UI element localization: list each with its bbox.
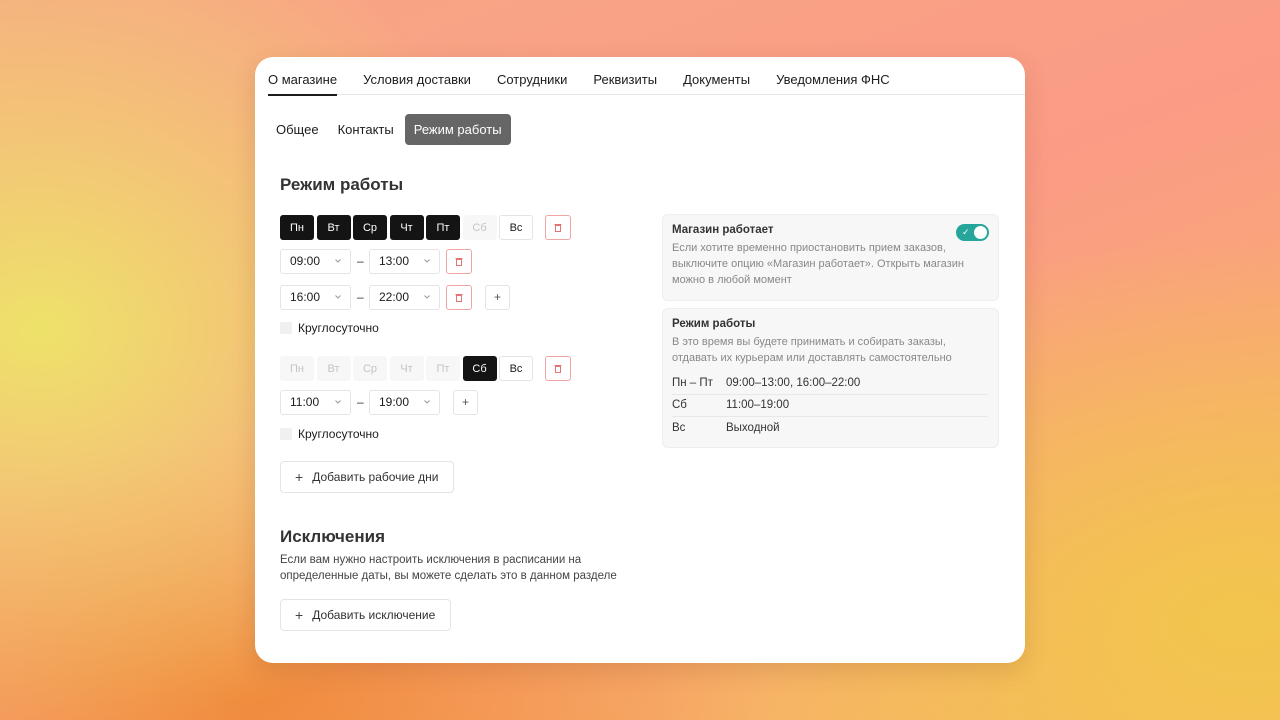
plus-icon: + <box>295 607 304 623</box>
range-dash: – <box>357 290 364 304</box>
checkbox-label: Круглосуточно <box>298 427 379 441</box>
day-sat[interactable]: Сб <box>462 356 497 381</box>
day-selector-1: Пн Вт Ср Чт Пт Сб Вс <box>280 215 536 240</box>
section-title: Режим работы <box>280 175 404 194</box>
schedule-row: Вс Выходной <box>672 417 988 440</box>
trash-icon <box>554 365 562 373</box>
sub-tabs: Общее Контакты Режим работы <box>268 114 514 145</box>
chevron-down-icon <box>335 259 341 263</box>
store-status-text: Если хотите временно приостановить прием… <box>672 242 964 286</box>
button-label: Добавить исключение <box>312 608 436 622</box>
time-to-select[interactable]: 13:00 <box>369 249 440 274</box>
schedule-row: Сб 11:00–19:00 <box>672 395 988 417</box>
trash-icon <box>554 224 562 232</box>
chevron-down-icon <box>424 400 430 404</box>
schedule-day: Пн – Пт <box>672 376 713 389</box>
check-icon: ✓ <box>962 227 970 237</box>
schedule-hours: Выходной <box>726 422 780 435</box>
subtab-working-hours[interactable]: Режим работы <box>404 114 511 145</box>
checkbox-label: Круглосуточно <box>298 321 379 335</box>
store-status-panel: Магазин работает Если хотите временно пр… <box>662 214 999 301</box>
time-to-select[interactable]: 19:00 <box>369 390 440 415</box>
button-label: Добавить рабочие дни <box>312 470 439 484</box>
schedule-hours: 11:00–19:00 <box>726 399 790 412</box>
add-exception-button[interactable]: + Добавить исключение <box>280 599 452 631</box>
time-value: 13:00 <box>379 254 410 268</box>
day-wed[interactable]: Ср <box>353 215 387 240</box>
schedule-summary-title: Режим работы <box>672 318 756 330</box>
all-day-checkbox[interactable]: Круглосуточно <box>280 321 379 335</box>
tab-requisites[interactable]: Реквизиты <box>593 57 657 95</box>
add-working-days-button[interactable]: + Добавить рабочие дни <box>280 461 455 493</box>
time-value: 11:00 <box>290 395 320 409</box>
tab-about-store[interactable]: О магазине <box>268 57 338 96</box>
toggle-knob <box>974 226 987 239</box>
checkbox-box <box>280 428 292 440</box>
time-to-select[interactable]: 22:00 <box>369 285 440 310</box>
settings-card: О магазине Условия доставки Сотрудники Р… <box>255 57 1025 663</box>
day-mon[interactable]: Пн <box>280 215 314 240</box>
checkbox-box <box>280 322 292 334</box>
all-day-checkbox[interactable]: Круглосуточно <box>280 427 379 441</box>
store-status-title: Магазин работает <box>672 224 774 236</box>
day-mon[interactable]: Пн <box>280 356 314 381</box>
day-sun[interactable]: Вс <box>499 356 533 381</box>
delete-interval-button[interactable] <box>446 249 472 274</box>
exceptions-title: Исключения <box>280 527 386 546</box>
schedule-day: Сб <box>672 399 687 412</box>
chevron-down-icon <box>424 259 430 263</box>
day-sun[interactable]: Вс <box>499 215 533 240</box>
time-value: 09:00 <box>290 254 321 268</box>
day-tue[interactable]: Вт <box>316 215 351 240</box>
range-dash: – <box>357 254 364 268</box>
day-thu[interactable]: Чт <box>389 356 424 381</box>
chevron-down-icon <box>335 295 341 299</box>
schedule-hours: 09:00–13:00, 16:00–22:00 <box>726 376 861 389</box>
main-tabs: О магазине Условия доставки Сотрудники Р… <box>268 57 1025 96</box>
chevron-down-icon <box>335 400 341 404</box>
schedule-list: Пн – Пт 09:00–13:00, 16:00–22:00 Сб 11:0… <box>672 372 988 440</box>
time-from-select[interactable]: 16:00 <box>280 285 351 310</box>
time-value: 19:00 <box>379 395 410 409</box>
time-from-select[interactable]: 09:00 <box>280 249 351 274</box>
day-thu[interactable]: Чт <box>389 215 424 240</box>
day-tue[interactable]: Вт <box>316 356 351 381</box>
trash-icon <box>455 258 463 266</box>
schedule-row: Пн – Пт 09:00–13:00, 16:00–22:00 <box>672 372 988 395</box>
day-sat[interactable]: Сб <box>462 215 497 240</box>
tab-documents[interactable]: Документы <box>683 57 750 95</box>
subtab-contacts[interactable]: Контакты <box>330 114 402 145</box>
delete-interval-button[interactable] <box>446 285 472 310</box>
add-interval-button[interactable]: + <box>485 285 510 310</box>
delete-group-button[interactable] <box>545 215 571 240</box>
plus-icon: + <box>295 469 304 485</box>
schedule-summary-text: В это время вы будете принимать и собира… <box>672 336 952 364</box>
tab-delivery-terms[interactable]: Условия доставки <box>363 57 471 95</box>
tab-fns-notifications[interactable]: Уведомления ФНС <box>776 57 890 95</box>
trash-icon <box>455 294 463 302</box>
chevron-down-icon <box>424 295 430 299</box>
schedule-day: Вс <box>672 422 686 435</box>
exceptions-description: Если вам нужно настроить исключения в ра… <box>280 554 617 582</box>
schedule-summary-panel: Режим работы В это время вы будете прини… <box>662 308 999 448</box>
day-selector-2: Пн Вт Ср Чт Пт Сб Вс <box>280 356 536 381</box>
tab-employees[interactable]: Сотрудники <box>497 57 567 95</box>
time-from-select[interactable]: 11:00 <box>280 390 351 415</box>
store-open-toggle[interactable]: ✓ <box>956 224 989 241</box>
add-interval-button[interactable]: + <box>453 390 478 415</box>
subtab-general[interactable]: Общее <box>268 114 327 145</box>
time-value: 16:00 <box>290 290 321 304</box>
delete-group-button[interactable] <box>545 356 571 381</box>
day-fri[interactable]: Пт <box>426 215 460 240</box>
time-value: 22:00 <box>379 290 410 304</box>
range-dash: – <box>357 395 364 409</box>
day-wed[interactable]: Ср <box>353 356 387 381</box>
day-fri[interactable]: Пт <box>426 356 460 381</box>
